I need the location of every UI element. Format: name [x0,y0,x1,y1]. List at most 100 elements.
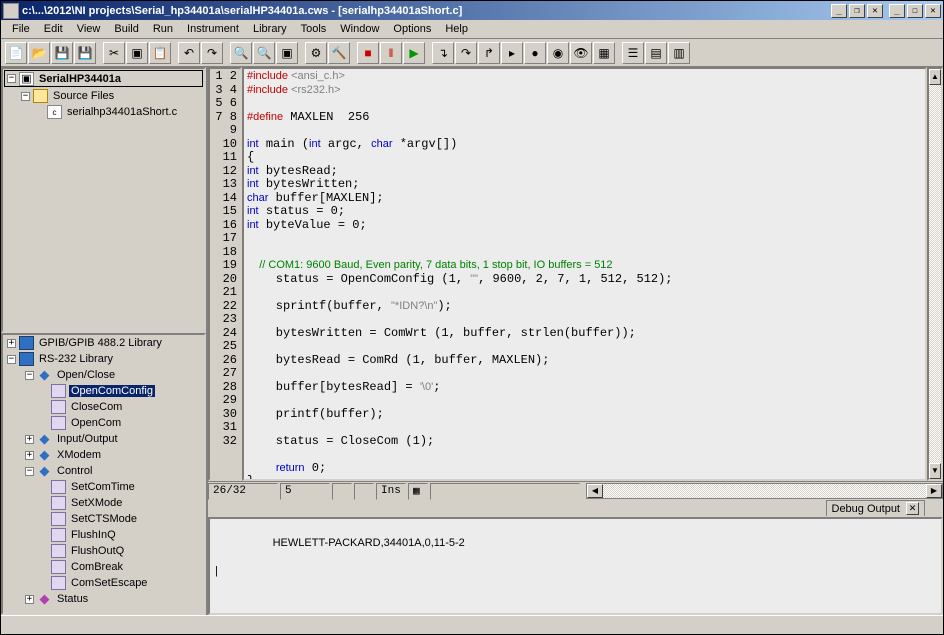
scroll-track[interactable] [929,85,941,463]
tool-run[interactable]: ▶ [403,42,425,64]
editor-vscroll[interactable]: ▲ ▼ [927,67,943,481]
folder-icon [33,89,48,103]
tool-watch[interactable]: 👁 [570,42,592,64]
tool-undo[interactable]: ↶ [178,42,200,64]
menu-instrument[interactable]: Instrument [180,21,246,37]
lib-group-io[interactable]: + ◆ Input/Output [3,431,204,447]
project-folder[interactable]: − Source Files [3,88,204,104]
lib-item-comsetescape[interactable]: ComSetEscape [3,575,204,591]
tool-vars[interactable]: ▦ [593,42,615,64]
status-cell-3 [332,483,352,500]
expand-icon[interactable]: + [7,339,16,348]
lib-item-setctsmode[interactable]: SetCTSMode [3,511,204,527]
code-text[interactable]: #include <ansi_c.h> #include <rs232.h> #… [242,67,927,481]
tool-stepover[interactable]: ↷ [455,42,477,64]
menu-run[interactable]: Run [146,21,180,37]
lib-item-opencomconfig[interactable]: OpenComConfig [3,383,204,399]
panel-icon [51,480,66,494]
menu-library[interactable]: Library [246,21,294,37]
lib-item-setcomtime[interactable]: SetComTime [3,479,204,495]
tool-threads[interactable]: ☰ [622,42,644,64]
tool-find[interactable]: 🔍 [230,42,252,64]
collapse-icon[interactable]: − [7,74,16,83]
tool-stop[interactable]: ■ [357,42,379,64]
child-close-button[interactable]: ✕ [867,4,883,18]
maximize-button[interactable]: ☐ [907,4,923,18]
book-icon [19,352,34,366]
menu-build[interactable]: Build [107,21,145,37]
tool-redo[interactable]: ↷ [201,42,223,64]
tool-paste[interactable]: 📋 [149,42,171,64]
output-tab[interactable]: Debug Output ✕ [826,500,926,516]
tool-stepout[interactable]: ↱ [478,42,500,64]
tool-break[interactable]: ‖ [380,42,402,64]
lib-item-opencom[interactable]: OpenCom [3,415,204,431]
lib-item-flushoutq[interactable]: FlushOutQ [3,543,204,559]
tool-copy[interactable]: ▣ [126,42,148,64]
menu-help[interactable]: Help [438,21,475,37]
panel-icon [51,496,66,510]
lib-item-closecom[interactable]: CloseCom [3,399,204,415]
tool-open[interactable]: 📂 [28,42,50,64]
tool-cut[interactable]: ✂ [103,42,125,64]
lib-rs232[interactable]: − RS-232 Library [3,351,204,367]
child-restore-button[interactable]: ❐ [849,4,865,18]
scroll-down-button[interactable]: ▼ [929,463,941,479]
tool-breakpoints[interactable]: ◉ [547,42,569,64]
menu-tools[interactable]: Tools [294,21,334,37]
menu-options[interactable]: Options [386,21,438,37]
tool-stepinto[interactable]: ↴ [432,42,454,64]
collapse-icon[interactable]: − [21,92,30,101]
scroll-right-button[interactable]: ▶ [926,484,942,498]
close-button[interactable]: ✕ [925,4,941,18]
scroll-left-button[interactable]: ◀ [587,484,603,498]
scroll-up-button[interactable]: ▲ [929,69,941,85]
menu-view[interactable]: View [70,21,108,37]
diamond-icon: ◆ [37,464,52,478]
status-cell-7 [430,483,580,500]
tool-bookmark[interactable]: ▣ [276,42,298,64]
project-tree[interactable]: − ▣ SerialHP34401a − Source Files c seri… [1,67,206,333]
tool-build[interactable]: 🔨 [328,42,350,64]
minimize-button[interactable]: _ [889,4,905,18]
lib-item-combreak[interactable]: ComBreak [3,559,204,575]
tool-new[interactable]: 📄 [5,42,27,64]
lib-group-openclose[interactable]: − ◆ Open/Close [3,367,204,383]
expand-icon[interactable]: + [25,451,34,460]
menu-edit[interactable]: Edit [37,21,70,37]
editor-hscroll[interactable]: ◀ ▶ [586,483,943,499]
output-close-button[interactable]: ✕ [906,502,919,515]
status-cell-4 [354,483,374,500]
lib-group-xmodem[interactable]: + ◆ XModem [3,447,204,463]
collapse-icon[interactable]: − [25,467,34,476]
lib-group-control[interactable]: − ◆ Control [3,463,204,479]
tool-save[interactable]: 💾 [51,42,73,64]
titlebar: c:\...\2012\NI projects\Serial_hp34401a\… [1,1,943,20]
lib-group-status[interactable]: + ◆ Status [3,591,204,607]
menu-window[interactable]: Window [333,21,386,37]
tool-saveall[interactable]: 💾 [74,42,96,64]
collapse-icon[interactable]: − [7,355,16,364]
app-icon [3,3,19,19]
panel-icon [51,512,66,526]
lib-item-setxmode[interactable]: SetXMode [3,495,204,511]
expand-icon[interactable]: + [25,435,34,444]
output-text: HEWLETT-PACKARD,34401A,0,11-5-2 | [215,537,465,577]
tool-breakpoint[interactable]: ● [524,42,546,64]
child-minimize-button[interactable]: _ [831,4,847,18]
code-editor[interactable]: 1 2 3 4 5 6 7 8 9 10 11 12 13 14 15 16 1… [208,67,943,481]
tool-runto[interactable]: ▸ [501,42,523,64]
debug-output[interactable]: HEWLETT-PACKARD,34401A,0,11-5-2 | [208,517,943,615]
tool-stack[interactable]: ▥ [668,42,690,64]
tool-findnext[interactable]: 🔍 [253,42,275,64]
library-tree[interactable]: + GPIB/GPIB 488.2 Library − RS-232 Libra… [1,333,206,615]
tool-compile[interactable]: ⚙ [305,42,327,64]
lib-top[interactable]: + GPIB/GPIB 488.2 Library [3,335,204,351]
lib-item-flushinq[interactable]: FlushInQ [3,527,204,543]
project-file[interactable]: c serialhp34401aShort.c [3,104,204,120]
tool-memory[interactable]: ▤ [645,42,667,64]
collapse-icon[interactable]: − [25,371,34,380]
project-root[interactable]: − ▣ SerialHP34401a [4,70,203,87]
menu-file[interactable]: File [5,21,37,37]
expand-icon[interactable]: + [25,595,34,604]
